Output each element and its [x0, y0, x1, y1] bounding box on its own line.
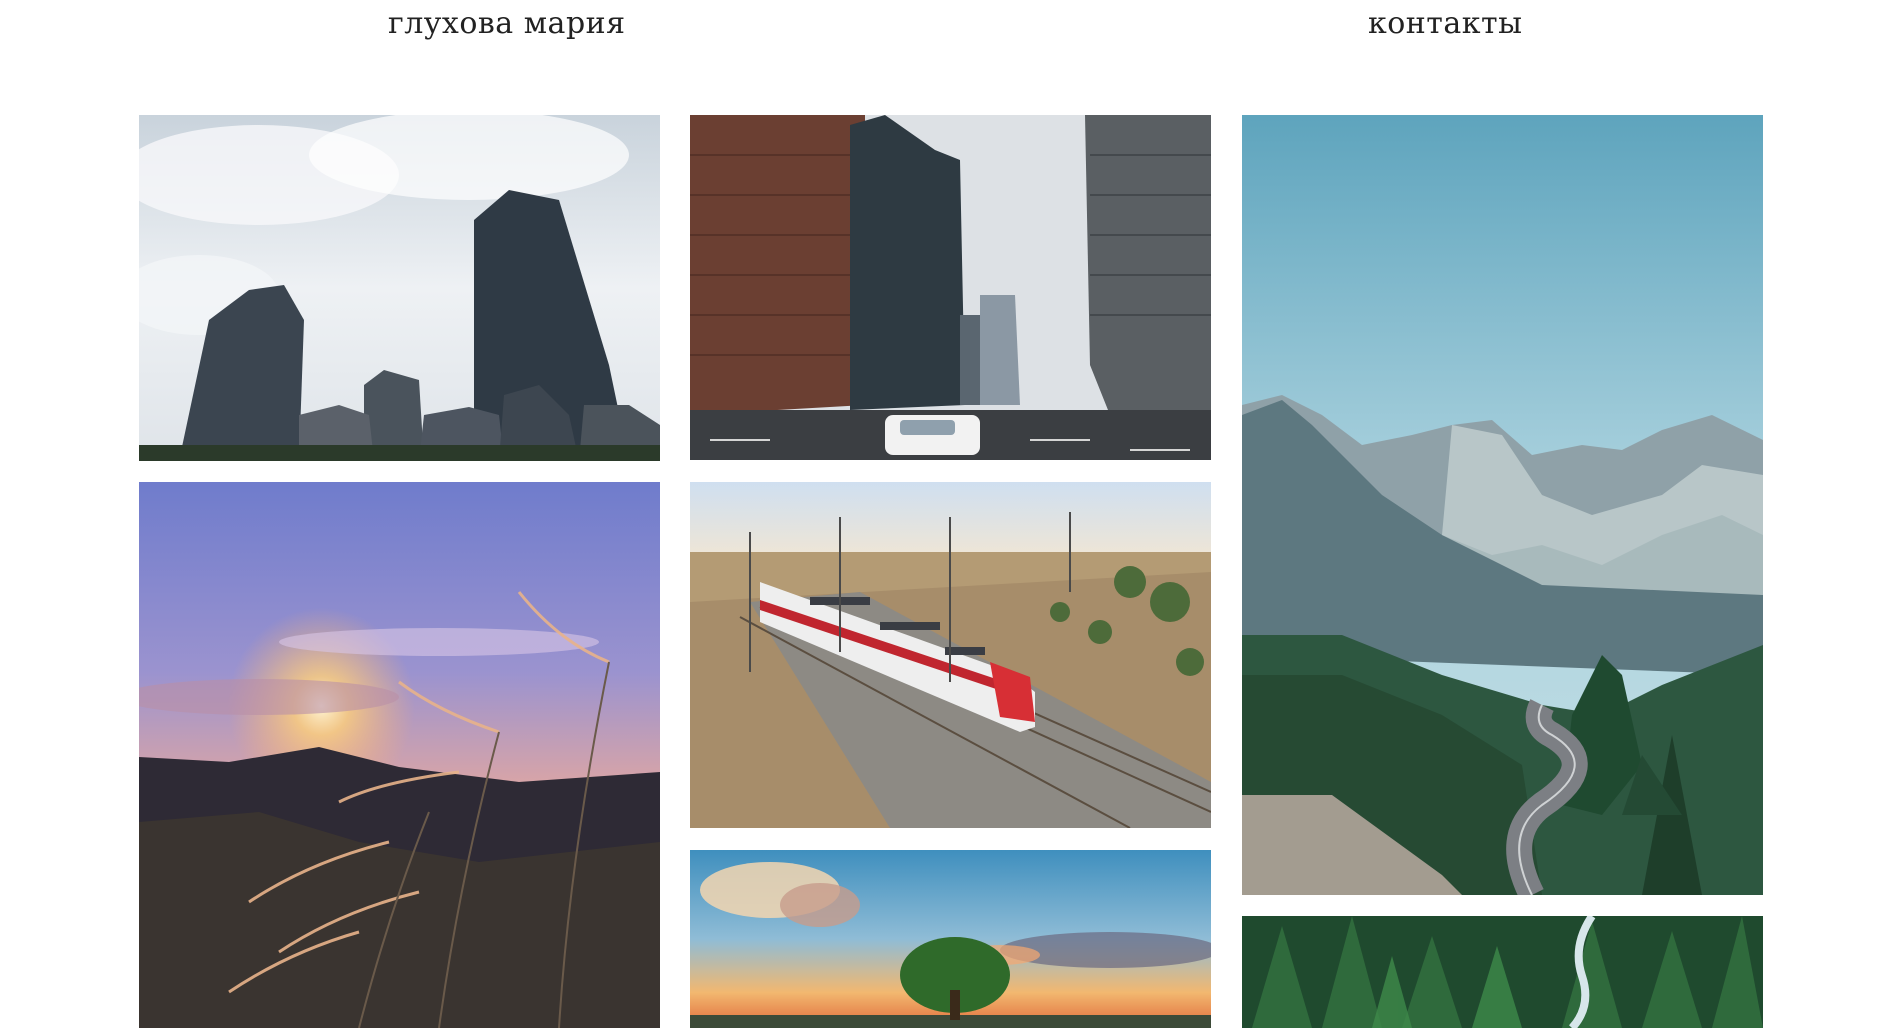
- photo-skyscrapers[interactable]: [139, 115, 660, 461]
- mountains-image: [1242, 115, 1763, 895]
- photo-forest[interactable]: [1242, 916, 1763, 1028]
- photo-tree-sunset[interactable]: [690, 850, 1211, 1028]
- skyscrapers-image: [139, 115, 660, 461]
- tree-sunset-image: [690, 850, 1211, 1028]
- grass-sunset-image: [139, 482, 660, 1028]
- photo-mountains[interactable]: [1242, 115, 1763, 895]
- photo-grass-sunset[interactable]: [139, 482, 660, 1028]
- forest-image: [1242, 916, 1763, 1028]
- train-image: [690, 482, 1211, 828]
- photo-city-street[interactable]: [690, 115, 1211, 460]
- nav-link-contacts[interactable]: контакты: [1368, 6, 1523, 41]
- nav-link-name[interactable]: глухова мария: [388, 6, 626, 41]
- photo-train[interactable]: [690, 482, 1211, 828]
- city-street-image: [690, 115, 1211, 460]
